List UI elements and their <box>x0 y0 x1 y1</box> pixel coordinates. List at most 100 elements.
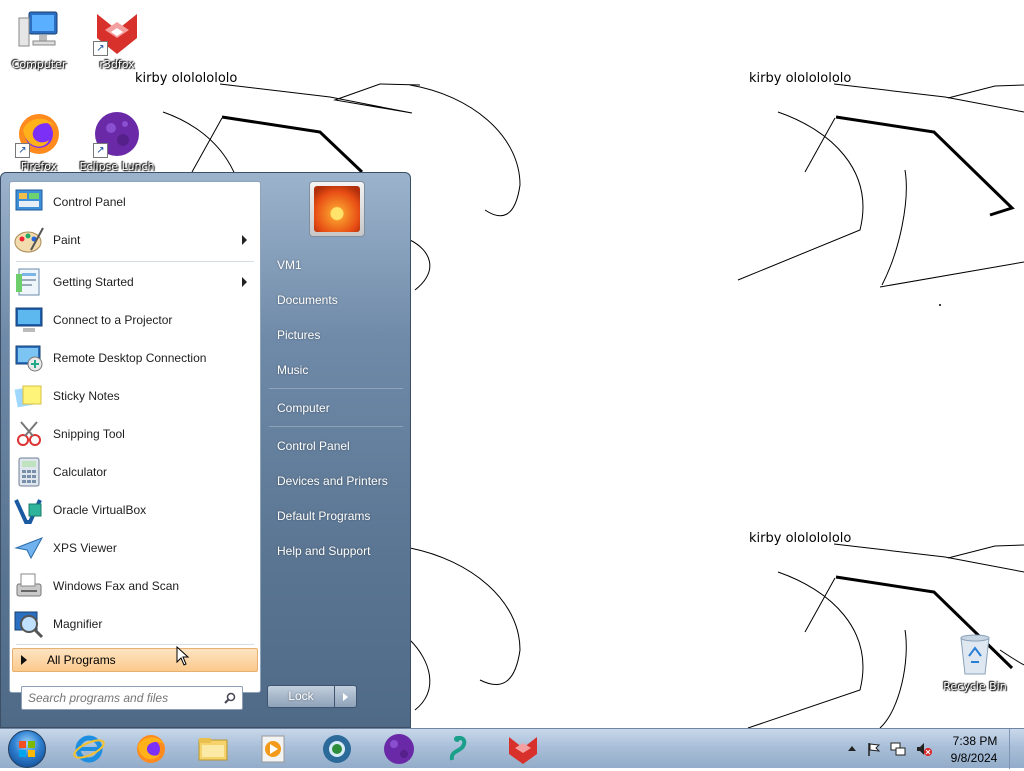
desktop-icon-recycle-bin[interactable]: Recycle Bin <box>936 630 1014 693</box>
right-item-documents[interactable]: Documents <box>269 285 411 315</box>
right-item-devices-printers[interactable]: Devices and Printers <box>269 466 411 496</box>
action-center-flag-icon[interactable] <box>866 741 882 757</box>
projector-icon <box>13 304 45 336</box>
submenu-arrow-icon <box>242 277 247 287</box>
right-item-music[interactable]: Music <box>269 355 411 385</box>
taskbar: 7:38 PM 9/8/2024 <box>0 728 1024 769</box>
search-icon[interactable] <box>224 692 236 704</box>
control-panel-icon <box>13 186 45 218</box>
start-item-virtualbox[interactable]: Oracle VirtualBox <box>13 492 257 528</box>
internet-explorer-icon <box>73 735 105 763</box>
start-item-magnifier[interactable]: Magnifier <box>13 606 257 642</box>
firefox-icon: ↗ <box>15 110 63 158</box>
start-item-label: Paint <box>53 233 81 247</box>
search-input[interactable] <box>28 688 218 708</box>
start-item-projector[interactable]: Connect to a Projector <box>13 302 257 338</box>
desktop-icon-r3dfox[interactable]: ↗ r3dfox <box>78 8 156 71</box>
separator <box>16 644 254 645</box>
eclipse-icon <box>384 734 414 764</box>
start-button[interactable] <box>8 730 46 768</box>
start-item-label: Oracle VirtualBox <box>53 503 147 517</box>
clock-date[interactable]: 9/8/2024 <box>944 751 1004 765</box>
calculator-icon <box>13 456 45 488</box>
chevron-right-icon <box>343 693 348 701</box>
taskbar-file-explorer[interactable] <box>196 732 230 766</box>
desktop-icon-eclipse[interactable]: ↗ Eclipse Lunch <box>78 110 156 173</box>
all-programs-arrow-icon <box>21 655 27 665</box>
start-item-sticky-notes[interactable]: Sticky Notes <box>13 378 257 414</box>
search-box[interactable] <box>21 686 243 710</box>
shutdown-options-button[interactable] <box>335 685 357 708</box>
start-item-label: Remote Desktop Connection <box>53 351 207 365</box>
start-item-xps-viewer[interactable]: XPS Viewer <box>13 530 257 566</box>
firefox-icon <box>137 735 165 763</box>
start-item-remote-desktop[interactable]: Remote Desktop Connection <box>13 340 257 376</box>
sticky-notes-icon <box>13 380 45 412</box>
start-item-label: Snipping Tool <box>53 427 125 441</box>
right-item-vm1[interactable]: VM1 <box>269 250 411 280</box>
wallpaper-text: kirby olololololo <box>749 531 852 546</box>
wallpaper-text: kirby olololololo <box>749 71 852 86</box>
taskbar-firefox[interactable] <box>134 732 168 766</box>
flower-avatar-icon <box>314 186 360 232</box>
lock-button[interactable]: Lock <box>267 685 335 708</box>
desktop-icon-label: Recycle Bin <box>943 680 1007 693</box>
mouse-cursor-icon <box>176 646 190 666</box>
computer-icon <box>15 8 63 56</box>
start-item-label: Connect to a Projector <box>53 313 173 327</box>
taskbar-internet-explorer[interactable] <box>72 732 106 766</box>
desktop-icon-label: Computer <box>11 58 67 71</box>
start-item-fax-scan[interactable]: Windows Fax and Scan <box>13 568 257 604</box>
separator <box>269 388 403 389</box>
right-item-default-programs[interactable]: Default Programs <box>269 501 411 531</box>
file-explorer-icon <box>198 738 228 761</box>
taskbar-eclipse[interactable] <box>382 732 416 766</box>
media-player-icon <box>261 735 285 763</box>
right-item-help-support[interactable]: Help and Support <box>269 536 411 566</box>
r3dfox-icon: ↗ <box>93 8 141 56</box>
taskbar-r3dfox[interactable] <box>506 732 540 766</box>
shortcut-arrow-icon: ↗ <box>93 143 108 158</box>
start-item-control-panel[interactable]: Control Panel <box>13 184 257 220</box>
separator <box>269 426 403 427</box>
all-programs-label: All Programs <box>47 653 116 667</box>
start-item-calculator[interactable]: Calculator <box>13 454 257 490</box>
taskbar-snake-app[interactable] <box>444 732 478 766</box>
start-item-paint[interactable]: Paint <box>13 222 257 258</box>
paint-icon <box>13 224 45 256</box>
desktop-icon-computer[interactable]: Computer <box>0 8 78 71</box>
fax-scan-icon <box>13 570 45 602</box>
start-menu: Control Panel Paint Getting Started Conn… <box>0 172 411 728</box>
network-icon[interactable] <box>890 741 906 757</box>
shortcut-arrow-icon: ↗ <box>15 143 30 158</box>
desktop-icon-firefox[interactable]: ↗ Firefox <box>0 110 78 173</box>
right-item-computer[interactable]: Computer <box>269 393 411 423</box>
start-item-label: XPS Viewer <box>53 541 117 555</box>
magnifier-icon <box>13 608 45 640</box>
right-item-pictures[interactable]: Pictures <box>269 320 411 350</box>
taskbar-media-player[interactable] <box>256 732 290 766</box>
xps-viewer-icon <box>13 532 45 564</box>
remote-desktop-icon <box>13 342 45 374</box>
all-programs-button[interactable]: All Programs <box>12 648 258 672</box>
right-item-control-panel[interactable]: Control Panel <box>269 431 411 461</box>
show-desktop-button[interactable] <box>1009 729 1024 769</box>
snake-icon <box>449 735 467 761</box>
clock-time[interactable]: 7:38 PM <box>952 734 998 748</box>
eclipse-icon: ↗ <box>93 110 141 158</box>
start-item-label: Getting Started <box>53 275 134 289</box>
submenu-arrow-icon <box>242 235 247 245</box>
windows-logo-icon <box>19 741 35 757</box>
start-item-label: Windows Fax and Scan <box>53 579 180 593</box>
start-item-label: Calculator <box>53 465 108 479</box>
volume-muted-icon[interactable] <box>916 741 932 757</box>
chrome-like-icon <box>323 735 351 763</box>
recycle-bin-icon <box>951 630 999 678</box>
wallpaper-text: kirby olololololo <box>135 71 238 86</box>
start-item-snipping-tool[interactable]: Snipping Tool <box>13 416 257 452</box>
taskbar-browser[interactable] <box>320 732 354 766</box>
start-item-getting-started[interactable]: Getting Started <box>13 264 257 300</box>
user-picture[interactable] <box>309 181 365 237</box>
show-hidden-icons[interactable] <box>844 741 860 757</box>
start-item-label: Control Panel <box>53 195 126 209</box>
